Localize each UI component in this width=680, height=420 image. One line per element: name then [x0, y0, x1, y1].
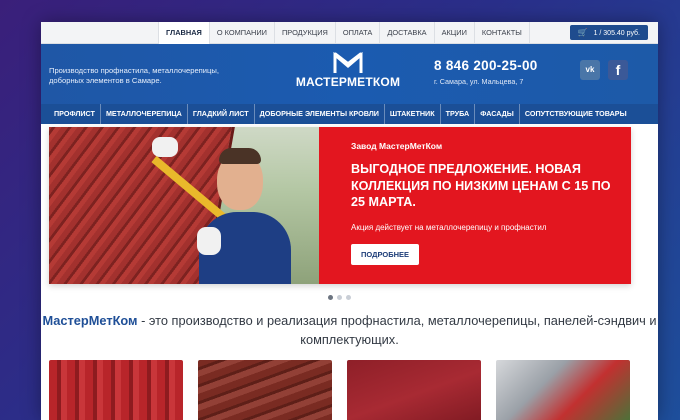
vk-icon[interactable]: vk: [580, 60, 600, 80]
topnav-item-promotions[interactable]: АКЦИИ: [435, 22, 475, 44]
slider-dot-2[interactable]: [337, 295, 342, 300]
banner-text-panel: Завод МастерМетКом Выгодное предложение.…: [319, 127, 631, 284]
topnav-item-contacts[interactable]: КОНТАКТЫ: [475, 22, 530, 44]
mainnav-item-roof-elements[interactable]: ДОБОРНЫЕ ЭЛЕМЕНТЫ КРОВЛИ: [255, 104, 385, 124]
top-nav: ГЛАВНАЯ О КОМПАНИИ ПРОДУКЦИЯ ОПЛАТА ДОСТ…: [158, 22, 530, 44]
intro-brand: МастерМетКом: [42, 313, 138, 328]
product-tile-flat-sheet[interactable]: [347, 360, 481, 420]
banner-subtitle: Акция действует на металлочерепицу и про…: [351, 222, 547, 232]
mainnav-item-pipe[interactable]: ТРУБА: [441, 104, 476, 124]
intro-text: МастерМетКом - это производство и реализ…: [41, 311, 658, 349]
slider-dots: [328, 295, 351, 300]
header-phone[interactable]: 8 846 200-25-00: [434, 58, 538, 73]
topnav-item-payment[interactable]: ОПЛАТА: [336, 22, 381, 44]
facebook-icon[interactable]: f: [608, 60, 628, 80]
topnav-item-delivery[interactable]: ДОСТАВКА: [380, 22, 435, 44]
product-tile-proflist[interactable]: [49, 360, 183, 420]
topnav-item-products[interactable]: ПРОДУКЦИЯ: [275, 22, 336, 44]
cart-summary: 1 / 305.40 руб.: [593, 30, 640, 37]
logo-mark-icon: [333, 52, 363, 73]
product-tile-metal-tile[interactable]: [198, 360, 332, 420]
mainnav-item-proflist[interactable]: ПРОФЛИСТ: [49, 104, 101, 124]
banner-kicker: Завод МастерМетКом: [351, 141, 443, 151]
product-tiles: [49, 360, 630, 420]
slider-dot-1[interactable]: [328, 295, 333, 300]
main-nav: ПРОФЛИСТ МЕТАЛЛОЧЕРЕПИЦА ГЛАДКИЙ ЛИСТ ДО…: [41, 104, 658, 124]
cart-icon: 🛒: [577, 28, 588, 37]
mainnav-item-related-goods[interactable]: СОПУТСТВУЮЩИЕ ТОВАРЫ: [520, 104, 632, 124]
banner-worker-hair: [219, 148, 261, 164]
site-page: ГЛАВНАЯ О КОМПАНИИ ПРОДУКЦИЯ ОПЛАТА ДОСТ…: [41, 22, 658, 420]
banner-title: Выгодное предложение. Новая коллекция по…: [351, 162, 611, 209]
site-logo[interactable]: МАСТЕРМЕТКОМ: [288, 52, 408, 89]
cart-button[interactable]: 🛒 1 / 305.40 руб.: [569, 25, 648, 40]
topnav-item-home[interactable]: ГЛАВНАЯ: [158, 22, 210, 44]
intro-description: - это производство и реализация профнаст…: [137, 313, 657, 347]
site-header: Производство профнастила, металлочерепиц…: [41, 44, 658, 104]
banner-more-button[interactable]: ПОДРОБНЕЕ: [351, 243, 420, 265]
product-tile-roof-elements[interactable]: [496, 360, 630, 420]
header-tagline: Производство профнастила, металлочерепиц…: [49, 66, 219, 85]
slider-dot-3[interactable]: [346, 295, 351, 300]
mainnav-item-facades[interactable]: ФАСАДЫ: [475, 104, 520, 124]
topnav-item-about[interactable]: О КОМПАНИИ: [210, 22, 275, 44]
promo-banner: Завод МастерМетКом Выгодное предложение.…: [49, 127, 631, 284]
banner-glove-left: [152, 137, 178, 157]
banner-photo: [49, 127, 319, 284]
mainnav-item-metal-tile[interactable]: МЕТАЛЛОЧЕРЕПИЦА: [101, 104, 188, 124]
mainnav-item-flat-sheet[interactable]: ГЛАДКИЙ ЛИСТ: [188, 104, 255, 124]
banner-glove-right: [197, 227, 221, 255]
top-bar: ГЛАВНАЯ О КОМПАНИИ ПРОДУКЦИЯ ОПЛАТА ДОСТ…: [41, 22, 658, 44]
logo-text: МАСТЕРМЕТКОМ: [295, 75, 401, 89]
social-links: vk f: [580, 60, 628, 80]
mainnav-item-picket[interactable]: ШТАКЕТНИК: [385, 104, 441, 124]
header-address: г. Самара, ул. Мальцева, 7: [434, 77, 524, 86]
